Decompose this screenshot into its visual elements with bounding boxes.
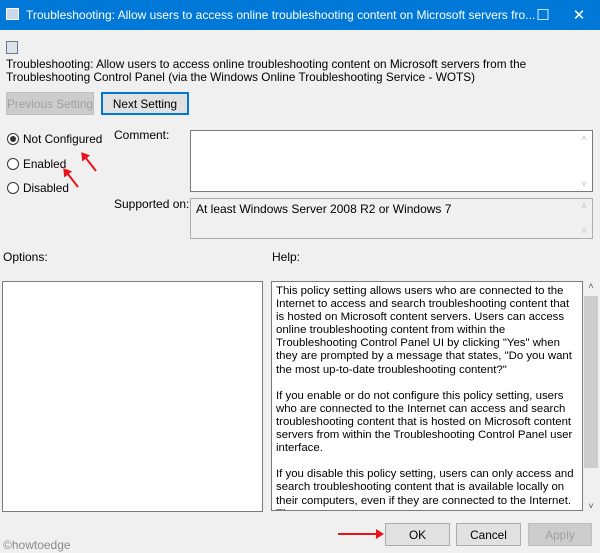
- previous-setting-button[interactable]: Previous Setting: [6, 92, 94, 115]
- scrollbar[interactable]: ˄ ˅: [576, 131, 592, 191]
- supported-on-field: At least Windows Server 2008 R2 or Windo…: [190, 198, 593, 239]
- radio-disabled[interactable]: Disabled: [7, 181, 69, 195]
- app-icon: [6, 8, 19, 20]
- scrollbar[interactable]: ˄ ˅: [576, 199, 592, 238]
- help-paragraph: This policy setting allows users who are…: [276, 285, 572, 376]
- radio-icon: [7, 182, 19, 194]
- help-scrollbar[interactable]: ˄ ˅: [583, 281, 599, 511]
- radio-label: Enabled: [23, 157, 67, 171]
- cancel-button[interactable]: Cancel: [456, 523, 521, 546]
- maximize-icon: ☐: [536, 7, 550, 24]
- help-label: Help:: [272, 250, 301, 264]
- window-title: Troubleshooting: Allow users to access o…: [26, 8, 536, 22]
- radio-enabled[interactable]: Enabled: [7, 157, 66, 171]
- options-label: Options:: [3, 250, 48, 264]
- comment-input[interactable]: ˄ ˅: [190, 130, 593, 192]
- radio-not-configured[interactable]: Not Configured: [7, 132, 102, 146]
- radio-selected-icon: [7, 133, 19, 145]
- ok-button[interactable]: OK: [385, 523, 450, 546]
- options-panel: [2, 281, 263, 512]
- scroll-up-icon[interactable]: ˄: [583, 281, 599, 291]
- watermark: ©howtoedge: [3, 538, 71, 552]
- help-paragraph: If you enable or do not configure this p…: [276, 389, 573, 455]
- title-bar: Troubleshooting: Allow users to access o…: [0, 0, 600, 30]
- supported-on-value: At least Windows Server 2008 R2 or Windo…: [196, 202, 452, 216]
- annotation-arrow: [81, 153, 97, 172]
- comment-label: Comment:: [114, 128, 170, 142]
- apply-button[interactable]: Apply: [528, 523, 592, 546]
- radio-label: Disabled: [23, 181, 69, 195]
- close-icon: ✕: [572, 7, 586, 24]
- radio-icon: [7, 158, 19, 170]
- scroll-down-icon[interactable]: ˅: [583, 501, 599, 511]
- policy-name: Troubleshooting: Allow users to access o…: [6, 57, 527, 84]
- help-paragraph: If you disable this policy setting, user…: [276, 468, 574, 510]
- annotation-arrow: [338, 529, 384, 539]
- supported-on-label: Supported on:: [114, 197, 190, 211]
- policy-icon: [6, 41, 18, 54]
- radio-label: Not Configured: [23, 132, 103, 146]
- next-setting-button[interactable]: Next Setting: [101, 92, 189, 115]
- scroll-thumb[interactable]: [584, 296, 598, 468]
- close-button[interactable]: ✕: [556, 0, 600, 30]
- help-text: This policy setting allows users who are…: [271, 281, 583, 511]
